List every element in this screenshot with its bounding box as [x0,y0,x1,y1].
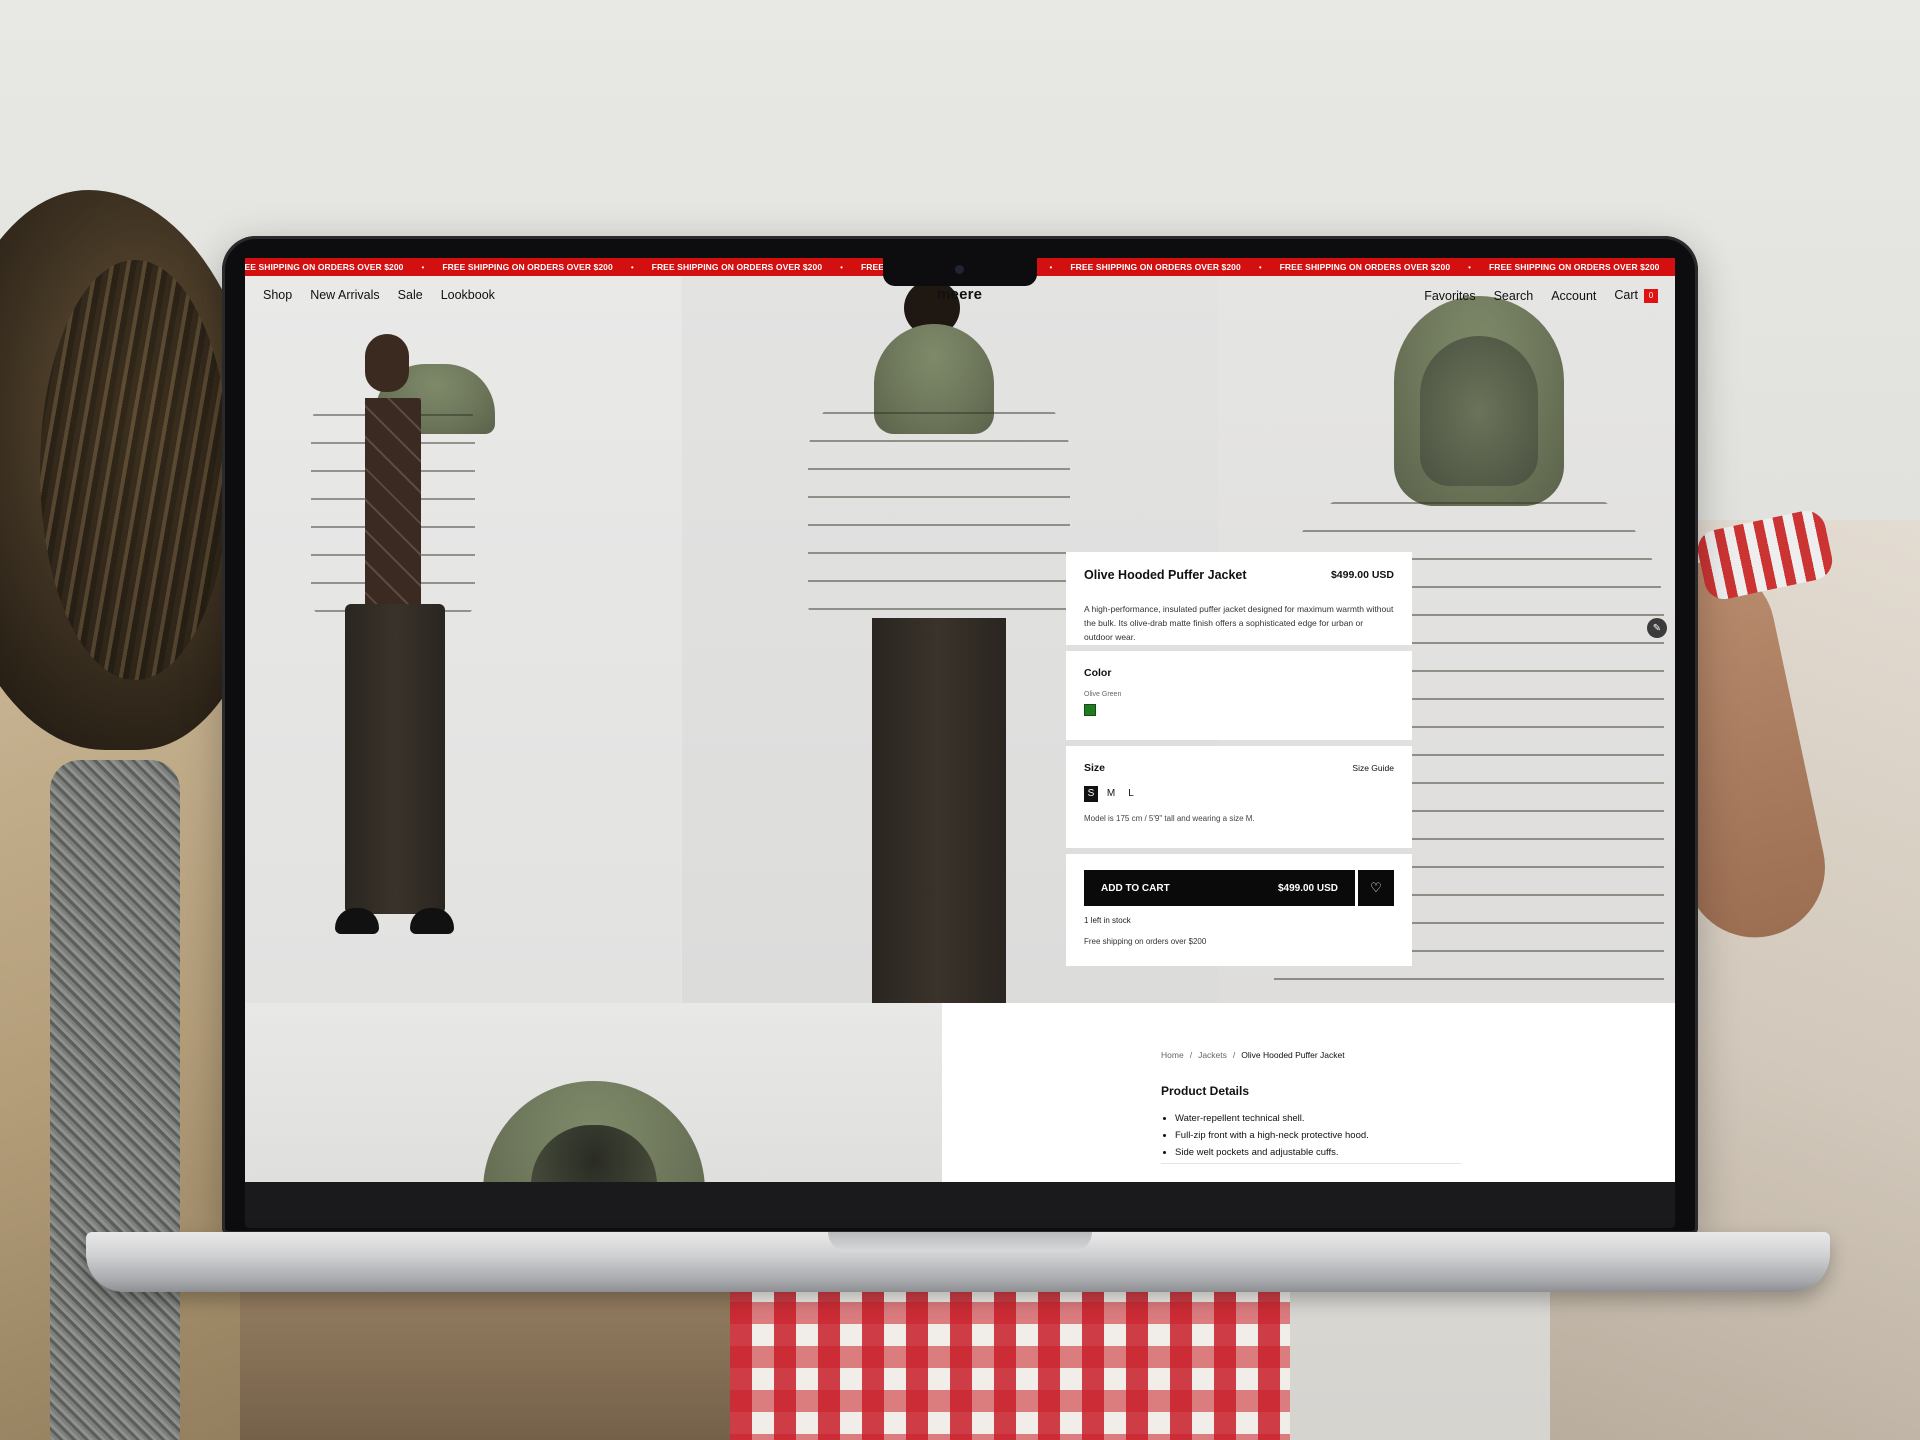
breadcrumb-separator: / [1189,1050,1193,1060]
cart-count-badge: 0 [1644,289,1658,303]
announcement-text: FREE SHIPPING ON ORDERS OVER $200 [1279,262,1451,272]
edit-button[interactable]: ✎ [1647,618,1667,638]
details-bullet: Full-zip front with a high-neck protecti… [1175,1127,1461,1144]
nav-search[interactable]: Search [1494,289,1534,303]
model-size-note: Model is 175 cm / 5'9" tall and wearing … [1084,814,1255,823]
product-title: Olive Hooded Puffer Jacket [1084,568,1247,582]
breadcrumb-current: Olive Hooded Puffer Jacket [1241,1050,1345,1060]
announcement-text: FREE SHIPPING ON ORDERS OVER $200 [245,262,404,272]
size-option-l[interactable]: L [1124,786,1138,802]
announcement-text: FREE SHIPPING ON ORDERS OVER $200 [1488,262,1660,272]
breadcrumb: Home / Jackets / Olive Hooded Puffer Jac… [1161,1050,1461,1060]
utility-nav: Favorites Search Account Cart 0 [1424,288,1658,303]
size-label: Size [1084,762,1106,774]
add-to-cart-button[interactable]: ADD TO CART $499.00 USD [1084,870,1355,906]
breadcrumb-jackets[interactable]: Jackets [1198,1050,1227,1060]
brand-logo[interactable]: meere [937,286,982,303]
announcement-text: FREE SHIPPING ON ORDERS OVER $200 [442,262,613,272]
size-options: S M L [1084,786,1394,802]
announcement-text: FREE SHIPPING ON ORDERS OVER $200 [1070,262,1241,272]
size-option-s[interactable]: S [1084,786,1098,802]
nav-favorites[interactable]: Favorites [1424,289,1475,303]
breadcrumb-separator: / [1232,1050,1236,1060]
product-details-list: Water-repellent technical shell. Full-zi… [1161,1110,1461,1161]
purchase-panel: Olive Hooded Puffer Jacket $499.00 USD A… [1066,552,1412,972]
size-option-m[interactable]: M [1104,786,1118,802]
product-image-hood-crop[interactable] [245,1003,942,1182]
laptop-chin [245,1182,1675,1228]
nav-sale[interactable]: Sale [398,288,423,302]
divider [1161,1163,1461,1164]
laptop-opening-notch [828,1232,1092,1252]
add-to-cart-price: $499.00 USD [1277,882,1338,894]
nav-lookbook[interactable]: Lookbook [441,288,495,302]
shipping-note: Free shipping on orders over $200 [1084,937,1207,946]
breadcrumb-home[interactable]: Home [1161,1050,1184,1060]
pencil-icon: ✎ [1652,622,1662,634]
color-card: Color Olive Green [1066,651,1412,740]
camera-icon [955,265,964,274]
add-to-cart-label: ADD TO CART [1101,882,1170,894]
size-card: Size Size Guide S M L Model is 175 cm / … [1066,746,1412,848]
stock-status: 1 left in stock [1084,916,1131,925]
nav-cart[interactable]: Cart 0 [1614,288,1658,303]
nav-new-arrivals[interactable]: New Arrivals [310,288,379,302]
color-label: Color [1084,667,1112,679]
add-to-favorites-button[interactable]: ♡ [1358,870,1394,906]
browser-screen: FREE SHIPPING ON ORDERS OVER $200 • FREE S… [245,258,1675,1182]
nav-account[interactable]: Account [1551,289,1596,303]
product-price: $499.00 USD [1330,569,1394,581]
details-bullet: Water-repellent technical shell. [1175,1110,1461,1127]
product-details: Home / Jackets / Olive Hooded Puffer Jac… [1161,1050,1461,1164]
size-guide-link[interactable]: Size Guide [1352,763,1394,773]
color-swatch-olive-green[interactable] [1084,704,1096,716]
product-details-title: Product Details [1161,1084,1250,1098]
primary-nav: Shop New Arrivals Sale Lookbook [263,288,495,302]
product-description: A high-performance, insulated puffer jac… [1084,604,1394,642]
product-summary-card: Olive Hooded Puffer Jacket $499.00 USD A… [1066,552,1412,645]
camera-notch [883,258,1037,286]
details-bullet: Side welt pockets and adjustable cuffs. [1175,1144,1461,1161]
add-to-cart-card: ADD TO CART $499.00 USD ♡ 1 left in stoc… [1066,854,1412,966]
cart-label: Cart [1614,288,1638,302]
color-name: Olive Green [1084,691,1122,698]
heart-icon: ♡ [1370,880,1382,895]
nav-shop[interactable]: Shop [263,288,292,302]
product-image-front[interactable] [245,276,681,1003]
announcement-text: FREE SHIPPING ON ORDERS OVER $200 [651,262,823,272]
